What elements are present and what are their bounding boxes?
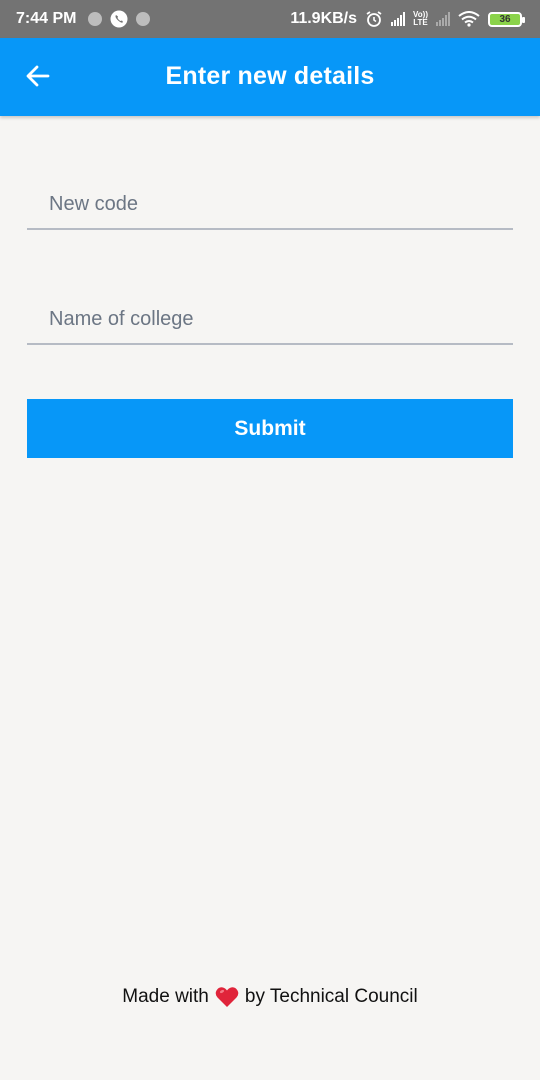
new-code-field bbox=[27, 170, 513, 230]
status-bar-left: 7:44 PM bbox=[16, 10, 151, 28]
new-code-input[interactable] bbox=[27, 170, 513, 228]
notification-dot-icon bbox=[136, 12, 151, 26]
status-time: 7:44 PM bbox=[16, 10, 77, 27]
volte-bottom-label: LTE bbox=[413, 18, 428, 27]
signal-icon bbox=[391, 12, 406, 26]
battery-icon: 36 bbox=[488, 11, 525, 27]
footer-prefix: Made with bbox=[122, 986, 209, 1007]
battery-level: 36 bbox=[499, 13, 511, 25]
page-title: Enter new details bbox=[165, 62, 375, 90]
heart-icon bbox=[215, 986, 239, 1008]
wifi-icon bbox=[458, 11, 480, 27]
volte-icon: Vo)) LTE bbox=[413, 11, 428, 27]
college-name-field bbox=[27, 285, 513, 345]
alarm-icon bbox=[365, 10, 383, 28]
footer-suffix: by Technical Council bbox=[244, 986, 418, 1007]
notification-dot-icon bbox=[88, 12, 103, 26]
whatsapp-call-icon bbox=[110, 10, 128, 28]
college-name-input[interactable] bbox=[27, 285, 513, 343]
signal-icon bbox=[436, 12, 450, 26]
status-bar-right: 11.9KB/s Vo)) LTE 36 bbox=[290, 10, 525, 28]
footer-credit: Made with by Technical Council bbox=[0, 986, 540, 1008]
network-speed: 11.9KB/s bbox=[290, 10, 358, 27]
status-bar: 7:44 PM 11.9KB/s Vo)) LTE 36 bbox=[0, 0, 540, 38]
submit-button[interactable]: Submit bbox=[27, 399, 513, 458]
app-bar: Enter new details bbox=[0, 38, 540, 116]
